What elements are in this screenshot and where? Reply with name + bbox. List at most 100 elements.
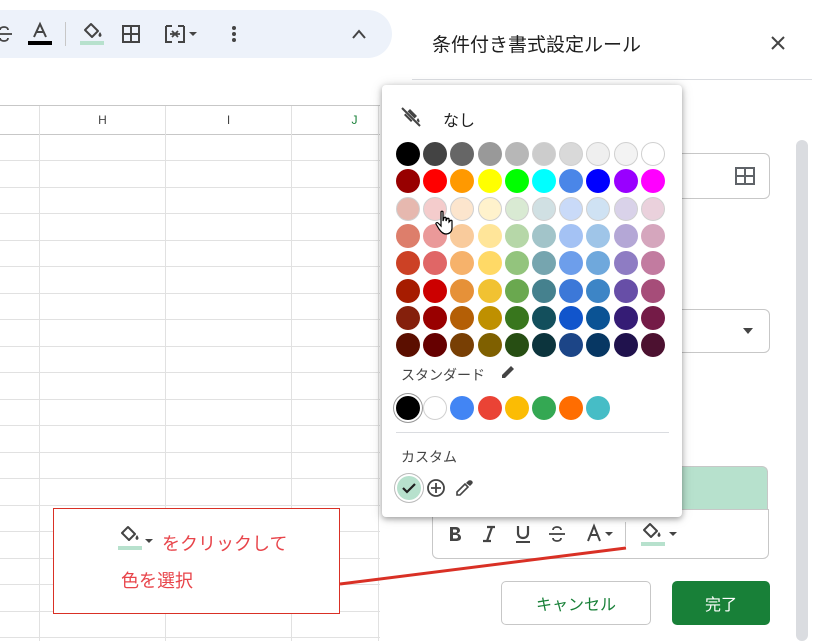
none-option-label[interactable]: なし (443, 107, 475, 131)
palette-swatch[interactable] (613, 278, 638, 303)
palette-swatch[interactable] (504, 278, 529, 303)
palette-swatch[interactable] (423, 278, 448, 303)
palette-swatch[interactable] (559, 142, 584, 166)
palette-swatch[interactable] (559, 333, 584, 358)
palette-swatch[interactable] (477, 223, 502, 248)
palette-swatch[interactable] (640, 142, 665, 166)
column-header-h[interactable]: H (40, 106, 165, 134)
fill-color-button[interactable] (633, 510, 683, 558)
palette-swatch[interactable] (477, 142, 502, 166)
palette-swatch[interactable] (450, 169, 475, 194)
standard-color-swatch[interactable] (559, 396, 584, 420)
palette-swatch[interactable] (586, 251, 611, 276)
palette-swatch[interactable] (423, 333, 448, 358)
palette-swatch[interactable] (586, 333, 611, 358)
palette-swatch[interactable] (396, 169, 420, 194)
palette-swatch[interactable] (504, 223, 529, 248)
cancel-button[interactable]: キャンセル (501, 581, 651, 625)
palette-swatch[interactable] (559, 305, 584, 330)
palette-swatch[interactable] (532, 142, 556, 166)
palette-swatch[interactable] (477, 196, 502, 221)
palette-swatch[interactable] (532, 278, 556, 303)
palette-swatch[interactable] (532, 251, 556, 276)
standard-color-swatch[interactable] (504, 396, 529, 420)
palette-swatch[interactable] (450, 142, 475, 166)
palette-swatch[interactable] (613, 169, 638, 194)
close-icon[interactable] (765, 30, 791, 56)
palette-swatch[interactable] (532, 333, 556, 358)
palette-swatch[interactable] (504, 251, 529, 276)
strikethrough-icon[interactable] (0, 10, 16, 58)
palette-swatch[interactable] (532, 305, 556, 330)
palette-swatch[interactable] (613, 251, 638, 276)
palette-swatch[interactable] (396, 251, 420, 276)
palette-swatch[interactable] (504, 305, 529, 330)
palette-swatch[interactable] (586, 278, 611, 303)
palette-swatch[interactable] (532, 196, 556, 221)
palette-swatch[interactable] (613, 305, 638, 330)
palette-swatch[interactable] (640, 251, 665, 276)
palette-swatch[interactable] (559, 196, 584, 221)
standard-color-swatch[interactable] (586, 396, 611, 420)
palette-swatch[interactable] (613, 142, 638, 166)
italic-button[interactable] (475, 510, 503, 558)
palette-swatch[interactable] (613, 196, 638, 221)
palette-swatch[interactable] (396, 333, 420, 358)
strikethrough-button[interactable] (543, 510, 571, 558)
add-custom-color-icon[interactable] (426, 478, 446, 498)
palette-swatch[interactable] (477, 251, 502, 276)
palette-swatch[interactable] (450, 305, 475, 330)
text-color-button[interactable] (22, 10, 58, 58)
palette-swatch[interactable] (586, 196, 611, 221)
text-color-button[interactable] (579, 510, 619, 558)
palette-swatch[interactable] (477, 278, 502, 303)
palette-swatch[interactable] (450, 278, 475, 303)
done-button[interactable]: 完了 (672, 581, 770, 625)
palette-swatch[interactable] (559, 278, 584, 303)
palette-swatch[interactable] (396, 305, 420, 330)
palette-swatch[interactable] (504, 196, 529, 221)
palette-swatch[interactable] (504, 333, 529, 358)
palette-swatch[interactable] (423, 169, 448, 194)
palette-swatch[interactable] (613, 223, 638, 248)
palette-swatch[interactable] (396, 142, 420, 166)
palette-swatch[interactable] (586, 223, 611, 248)
palette-swatch[interactable] (640, 333, 665, 358)
palette-swatch[interactable] (423, 196, 448, 221)
palette-swatch[interactable] (640, 196, 665, 221)
palette-swatch[interactable] (450, 196, 475, 221)
palette-swatch[interactable] (613, 333, 638, 358)
merge-cells-button[interactable] (156, 10, 206, 58)
palette-swatch[interactable] (532, 223, 556, 248)
edit-pencil-icon[interactable] (500, 364, 516, 380)
palette-swatch[interactable] (396, 196, 420, 221)
palette-swatch[interactable] (640, 169, 665, 194)
no-fill-icon[interactable] (400, 106, 422, 128)
palette-swatch[interactable] (640, 278, 665, 303)
standard-color-swatch[interactable] (450, 396, 475, 420)
eyedropper-icon[interactable] (454, 478, 474, 498)
palette-swatch[interactable] (450, 251, 475, 276)
underline-button[interactable] (509, 510, 537, 558)
palette-swatch[interactable] (559, 169, 584, 194)
palette-swatch[interactable] (586, 169, 611, 194)
palette-swatch[interactable] (477, 333, 502, 358)
palette-swatch[interactable] (423, 223, 448, 248)
palette-swatch[interactable] (423, 305, 448, 330)
grid-select-icon[interactable] (734, 165, 756, 187)
palette-swatch[interactable] (640, 223, 665, 248)
palette-swatch[interactable] (477, 305, 502, 330)
palette-swatch[interactable] (423, 251, 448, 276)
palette-swatch[interactable] (423, 142, 448, 166)
palette-swatch[interactable] (586, 305, 611, 330)
more-vert-icon[interactable] (222, 10, 246, 58)
bold-button[interactable] (441, 510, 469, 558)
fill-color-button[interactable] (74, 10, 110, 58)
standard-color-swatch[interactable] (423, 396, 448, 420)
palette-swatch[interactable] (477, 169, 502, 194)
palette-swatch[interactable] (532, 169, 556, 194)
palette-swatch[interactable] (504, 169, 529, 194)
palette-swatch[interactable] (586, 142, 611, 166)
palette-swatch[interactable] (559, 251, 584, 276)
borders-button[interactable] (116, 10, 146, 58)
